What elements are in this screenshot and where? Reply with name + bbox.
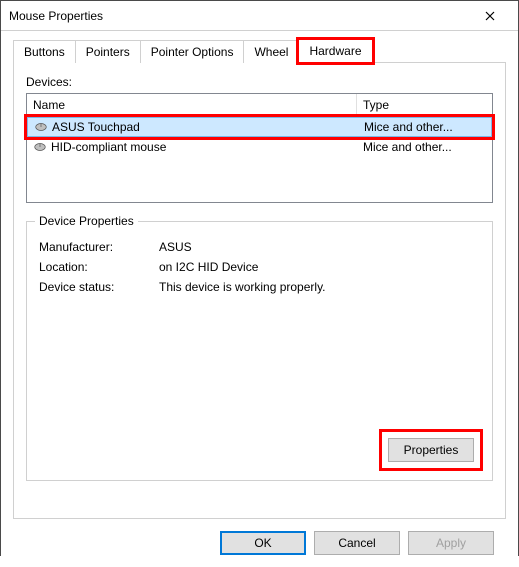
tab-strip: Buttons Pointers Pointer Options Wheel H… [13, 39, 506, 63]
list-header: Name Type [27, 94, 492, 117]
col-header-type[interactable]: Type [357, 94, 492, 116]
mouse-icon [34, 122, 48, 132]
location-value: on I2C HID Device [159, 260, 480, 274]
device-name: ASUS Touchpad [52, 120, 140, 134]
tab-panel-hardware: Devices: Name Type ASUS Touchpad Mice an… [13, 63, 506, 519]
mouse-properties-window: Mouse Properties Buttons Pointers Pointe… [0, 0, 519, 556]
close-icon [485, 11, 495, 21]
mouse-icon [33, 142, 47, 152]
manufacturer-value: ASUS [159, 240, 480, 254]
status-value: This device is working properly. [159, 280, 480, 294]
device-name: HID-compliant mouse [51, 140, 166, 154]
tab-pointer-options[interactable]: Pointer Options [140, 40, 245, 63]
device-name-cell: HID-compliant mouse [27, 138, 357, 156]
device-properties-legend: Device Properties [35, 214, 138, 228]
manufacturer-row: Manufacturer: ASUS [39, 240, 480, 254]
window-title: Mouse Properties [9, 9, 470, 23]
tab-wheel[interactable]: Wheel [243, 40, 299, 63]
dialog-body: Buttons Pointers Pointer Options Wheel H… [1, 31, 518, 567]
location-row: Location: on I2C HID Device [39, 260, 480, 274]
apply-button[interactable]: Apply [408, 531, 494, 555]
device-properties-group: Device Properties Manufacturer: ASUS Loc… [26, 221, 493, 481]
devices-list[interactable]: Name Type ASUS Touchpad Mice and other..… [26, 93, 493, 203]
tab-buttons[interactable]: Buttons [13, 40, 76, 63]
close-button[interactable] [470, 1, 510, 31]
highlight-box: Properties [382, 432, 480, 468]
properties-button[interactable]: Properties [388, 438, 474, 462]
col-header-name[interactable]: Name [27, 94, 357, 116]
device-row[interactable]: HID-compliant mouse Mice and other... [27, 137, 492, 157]
dialog-footer: OK Cancel Apply [13, 519, 506, 567]
location-label: Location: [39, 260, 159, 274]
status-label: Device status: [39, 280, 159, 294]
devices-label: Devices: [26, 75, 493, 89]
manufacturer-label: Manufacturer: [39, 240, 159, 254]
properties-button-wrap: Properties [382, 432, 480, 468]
cancel-button[interactable]: Cancel [314, 531, 400, 555]
ok-button[interactable]: OK [220, 531, 306, 555]
status-row: Device status: This device is working pr… [39, 280, 480, 294]
titlebar: Mouse Properties [1, 1, 518, 31]
device-name-cell: ASUS Touchpad [28, 118, 358, 136]
device-type: Mice and other... [357, 138, 492, 156]
tab-hardware[interactable]: Hardware [298, 39, 372, 63]
tab-pointers[interactable]: Pointers [75, 40, 141, 63]
device-type: Mice and other... [358, 118, 491, 136]
device-row[interactable]: ASUS Touchpad Mice and other... [27, 117, 492, 137]
